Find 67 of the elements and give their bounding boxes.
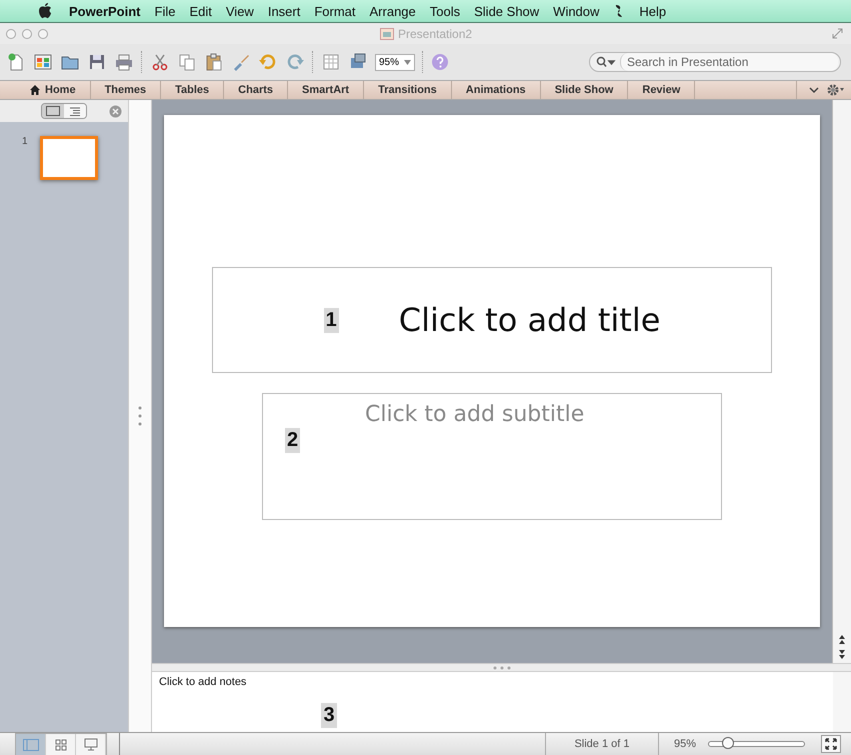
expand-arrows-icon: [825, 738, 837, 750]
callout-number: 3: [321, 703, 337, 728]
menu-item[interactable]: Help: [632, 4, 674, 18]
table-icon[interactable]: [321, 52, 341, 72]
menu-item[interactable]: Arrange: [362, 4, 423, 18]
ribbon-tab[interactable]: Home: [0, 81, 91, 99]
home-icon: [30, 85, 40, 95]
layout-gallery-icon[interactable]: [33, 52, 53, 72]
app-menu[interactable]: PowerPoint: [62, 4, 148, 18]
outline-view-toggle[interactable]: [64, 104, 86, 118]
search-field[interactable]: Search in Presentation: [589, 52, 841, 72]
zoom-percent: 95%: [672, 737, 697, 752]
outline-icon: [69, 106, 81, 116]
redo-icon[interactable]: [285, 52, 305, 72]
ribbon-tab[interactable]: Animations: [452, 81, 541, 99]
ribbon-tab[interactable]: Review: [628, 81, 696, 99]
menu-item[interactable]: Tools: [422, 4, 468, 18]
slide-sorter-view-button[interactable]: [46, 734, 76, 755]
scissors-icon[interactable]: [150, 52, 170, 72]
ribbon-tab[interactable]: Themes: [90, 81, 162, 99]
menu-item[interactable]: Edit: [182, 4, 219, 18]
gear-icon[interactable]: [827, 84, 845, 96]
ribbon-tab[interactable]: Slide Show: [540, 81, 628, 99]
close-icon[interactable]: [109, 104, 122, 118]
menu-item[interactable]: View: [218, 4, 261, 18]
title-placeholder-text: Click to add title: [398, 301, 660, 339]
callout-number: 1: [324, 308, 339, 332]
document-icon: [380, 28, 394, 40]
ribbon-tab[interactable]: SmartArt: [288, 81, 364, 99]
slides-view-toggle[interactable]: [42, 104, 64, 118]
menu-item[interactable]: Slide Show: [467, 4, 546, 18]
menu-item[interactable]: File: [148, 4, 182, 18]
apple-logo-icon[interactable]: [38, 3, 52, 19]
menu-item[interactable]: Format: [307, 4, 363, 18]
ribbon-tab[interactable]: Transitions: [364, 81, 452, 99]
subtitle-placeholder[interactable]: 2 Click to add subtitle: [262, 393, 722, 520]
search-icon[interactable]: [596, 56, 616, 68]
callout-number: 2: [285, 428, 300, 453]
grid-icon: [54, 738, 66, 750]
menu-item[interactable]: Insert: [260, 4, 308, 18]
ribbon-tab[interactable]: Tables: [161, 81, 224, 99]
slide-number: 1: [22, 136, 28, 147]
screen-icon: [84, 738, 98, 751]
caret-icon[interactable]: [404, 60, 411, 64]
resize-grip-icon[interactable]: [138, 405, 142, 427]
chevron-icon[interactable]: [809, 86, 819, 94]
slide-count: Slide 1 of 1: [574, 738, 630, 750]
zoom-slider-thumb[interactable]: [722, 737, 734, 749]
help-icon[interactable]: [431, 53, 449, 71]
copy-icon[interactable]: [177, 52, 197, 72]
notes-placeholder[interactable]: Click to add notes: [152, 672, 246, 732]
zoom-dropdown[interactable]: 95%: [375, 54, 415, 70]
window-title: Presentation2: [398, 26, 472, 40]
slide-icon: [46, 106, 60, 116]
menu-item[interactable]: Window: [546, 4, 606, 18]
printer-icon[interactable]: [114, 52, 134, 72]
clipboard-icon[interactable]: [204, 52, 224, 72]
page-arrows-icon[interactable]: [838, 635, 846, 659]
resize-grip-icon[interactable]: [492, 666, 512, 670]
fit-to-window-button[interactable]: [821, 735, 841, 753]
fullscreen-icon[interactable]: [832, 28, 843, 39]
normal-view-icon: [22, 738, 38, 750]
title-placeholder[interactable]: 1 Click to add title: [212, 267, 772, 373]
subtitle-placeholder-text: Click to add subtitle: [364, 402, 586, 429]
ribbon-tab[interactable]: Charts: [224, 81, 288, 99]
slide-show-view-button[interactable]: [76, 734, 106, 755]
slide-thumbnail[interactable]: [40, 136, 98, 180]
